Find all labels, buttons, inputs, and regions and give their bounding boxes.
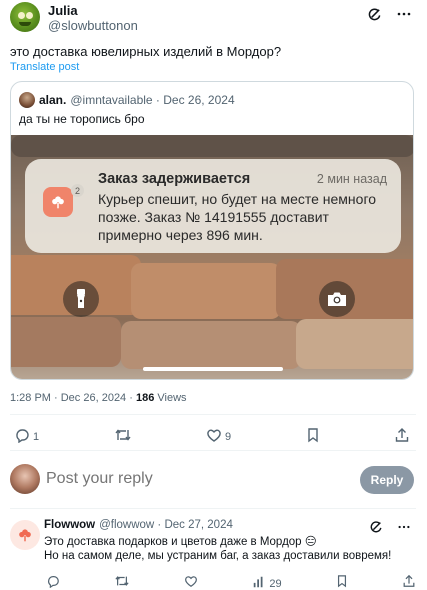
divider: [10, 508, 416, 509]
quote-author-meta: @imntavailable · Dec 26, 2024: [70, 93, 235, 107]
bookmark-button[interactable]: [306, 427, 320, 446]
quote-header: alan. @imntavailable · Dec 26, 2024: [19, 92, 235, 108]
more-icon[interactable]: [396, 519, 412, 535]
reply-actions: 29: [46, 574, 416, 590]
like-icon: [206, 427, 222, 446]
like-icon[interactable]: [184, 574, 198, 590]
flashlight-icon: [63, 281, 99, 317]
reply-author-name[interactable]: Flowwow: [44, 519, 95, 531]
flowwow-avatar[interactable]: [10, 520, 40, 550]
reply-composer: Reply: [10, 462, 416, 498]
views-label: Views: [157, 392, 187, 404]
tweet-timestamp[interactable]: 1:28 PM · Dec 26, 2024 ·: [10, 392, 133, 404]
reply-text-line: Это доставка подарков и цветов даже в Мо…: [44, 536, 317, 548]
grok-icon[interactable]: [368, 519, 384, 535]
quote-author-name: alan.: [39, 93, 67, 107]
quote-text: да ты не торопись бро: [19, 112, 145, 126]
like-count: 9: [225, 430, 232, 443]
reply-text-line: Но на самом деле, мы устраним баг, а зак…: [44, 550, 392, 562]
flower-icon: [43, 187, 73, 217]
grok-icon[interactable]: [366, 6, 382, 22]
quote-author-avatar: [19, 92, 35, 108]
tweet-meta: 1:28 PM · Dec 26, 2024 · 186 Views: [10, 392, 187, 404]
reply-views-count: 29: [269, 577, 282, 590]
share-icon: [394, 427, 410, 446]
tweet-text: это доставка ювелирных изделий в Мордор?: [10, 44, 282, 59]
reply-text: Это доставка подарков и цветов даже в Мо…: [44, 535, 391, 563]
quote-image[interactable]: 2 Заказ задерживается 2 мин назад Курьер…: [11, 135, 413, 379]
reply-header: Flowwow @flowwow · Dec 27, 2024: [44, 519, 233, 531]
camera-icon: [319, 281, 355, 317]
share-icon[interactable]: [402, 574, 416, 590]
retweet-icon: [114, 427, 132, 446]
notification-time: 2 мин назад: [316, 172, 387, 186]
views-count: 186: [135, 392, 155, 404]
notification-body: Курьер спешит, но будет на месте немного…: [98, 191, 377, 243]
divider: [10, 450, 416, 451]
reply-input[interactable]: [46, 470, 346, 488]
reply-button[interactable]: 1: [14, 427, 39, 446]
divider: [10, 414, 416, 415]
retweet-icon[interactable]: [114, 574, 130, 590]
reply-header-actions: [368, 519, 412, 535]
tweet-header: Julia @slowbuttonon: [10, 2, 418, 38]
author-display-name[interactable]: Julia: [48, 3, 138, 18]
notification-title: Заказ задерживается: [98, 171, 251, 187]
share-button[interactable]: [394, 427, 410, 446]
reply-submit-button[interactable]: Reply: [360, 466, 414, 494]
reply-icon: [14, 427, 30, 446]
views-icon: [252, 575, 266, 590]
tweet-actions: 1 9: [14, 427, 410, 446]
author-avatar[interactable]: [10, 2, 40, 32]
like-button[interactable]: 9: [206, 427, 231, 446]
more-icon[interactable]: [396, 6, 412, 22]
notification-count-badge: 2: [71, 184, 84, 197]
retweet-button[interactable]: [114, 427, 132, 446]
current-user-avatar[interactable]: [10, 464, 40, 494]
home-indicator: [143, 367, 283, 371]
bookmark-icon: [306, 427, 320, 446]
bookmark-icon[interactable]: [336, 574, 348, 590]
views-button[interactable]: 29: [252, 575, 282, 590]
quote-card[interactable]: alan. @imntavailable · Dec 26, 2024 да т…: [10, 81, 414, 380]
author-handle[interactable]: @slowbuttonon: [48, 18, 138, 34]
reply-author-meta[interactable]: @flowwow · Dec 27, 2024: [99, 519, 233, 531]
translate-link[interactable]: Translate post: [10, 61, 79, 73]
reply-count: 1: [33, 430, 40, 443]
delivery-notification: 2 Заказ задерживается 2 мин назад Курьер…: [25, 159, 401, 253]
reply-icon[interactable]: [46, 574, 60, 590]
reply-tweet[interactable]: Flowwow @flowwow · Dec 27, 2024 Это дост…: [10, 518, 416, 590]
header-actions: [366, 6, 412, 22]
author-name-block: Julia @slowbuttonon: [48, 3, 138, 34]
